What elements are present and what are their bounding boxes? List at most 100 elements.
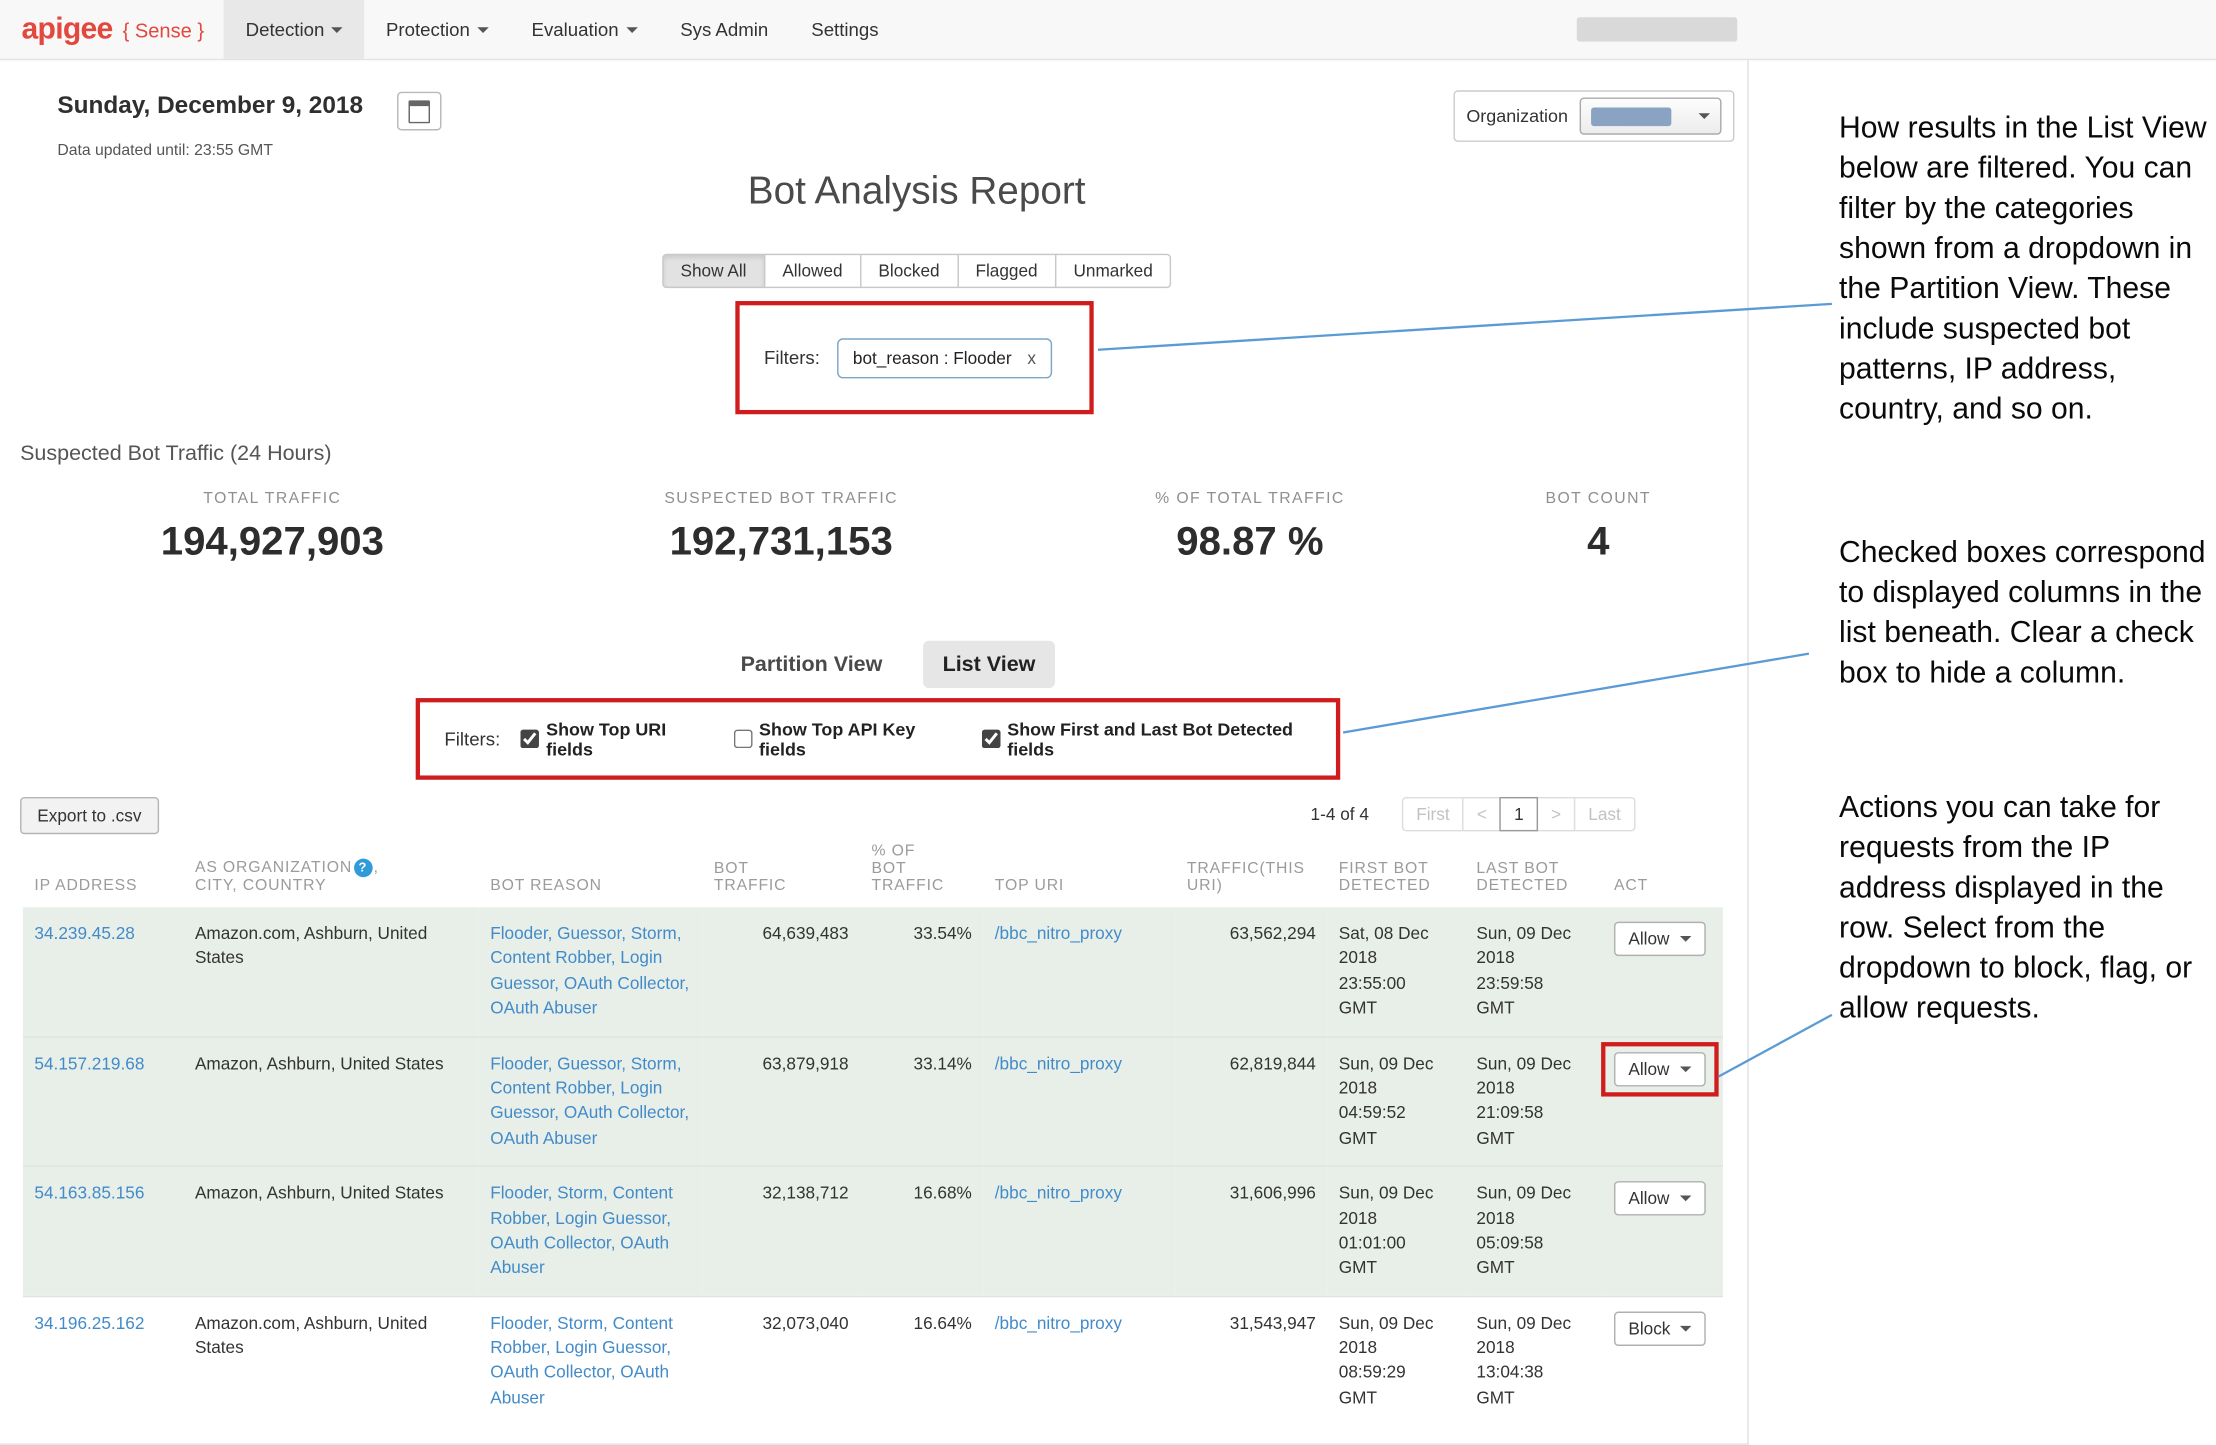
tab-list-view[interactable]: List View	[923, 641, 1056, 688]
ip-address-link[interactable]: 34.239.45.28	[34, 923, 134, 943]
top-uri-link[interactable]: /bbc_nitro_proxy	[995, 1053, 1122, 1073]
bot-reason-links: Flooder, Guessor, Storm, Content Robber,…	[490, 923, 689, 1018]
action-dropdown[interactable]: Allow	[1614, 1181, 1705, 1215]
tab-show-all[interactable]: Show All	[662, 254, 765, 288]
top-api-key-checkbox[interactable]	[733, 730, 752, 749]
col-traffic-this-uri: TRAFFIC(THIS URI)	[1175, 843, 1327, 908]
annotation-actions: Actions you can take for requests from t…	[1839, 788, 2215, 1029]
col-bot-traffic: BOT TRAFFIC	[702, 843, 860, 908]
tab-allowed[interactable]: Allowed	[764, 254, 862, 288]
bot-reason-link[interactable]: Flooder	[490, 923, 547, 943]
checkbox-top-uri[interactable]: Show Top URI fields	[520, 719, 713, 759]
stat-value: 194,927,903	[43, 519, 502, 565]
pagination-first-button[interactable]: First	[1402, 797, 1464, 831]
top-navbar: apigee { Sense } Detection Protection Ev…	[0, 0, 2216, 60]
as-organization-cell: Amazon, Ashburn, United States	[183, 1036, 478, 1166]
tab-blocked[interactable]: Blocked	[860, 254, 958, 288]
bot-reason-link[interactable]: OAuth Collector	[490, 1233, 610, 1253]
nav-item-sys-admin[interactable]: Sys Admin	[659, 0, 790, 59]
ip-address-link[interactable]: 34.196.25.162	[34, 1313, 144, 1333]
col-first-bot-detected: FIRST BOT DETECTED	[1327, 843, 1465, 908]
filters-highlight-box: Filters: bot_reason : Flooder x	[735, 301, 1093, 414]
bot-reason-link[interactable]: OAuth Collector	[564, 1103, 684, 1123]
top-uri-link[interactable]: /bbc_nitro_proxy	[995, 923, 1122, 943]
as-organization-cell: Amazon.com, Ashburn, United States	[183, 1296, 478, 1425]
remove-filter-icon[interactable]: x	[1027, 348, 1036, 368]
action-dropdown[interactable]: Allow	[1614, 922, 1705, 956]
pct-bot-traffic-cell: 33.14%	[860, 1036, 983, 1166]
pagination-next-button[interactable]: >	[1537, 797, 1576, 831]
last-bot-detected-cell: Sun, 09 Dec 2018 05:09:58 GMT	[1465, 1166, 1603, 1296]
bot-reason-link[interactable]: Storm	[557, 1183, 603, 1203]
bot-reason-link[interactable]: Login Guessor	[555, 1337, 666, 1357]
col-as-organization: AS ORGANIZATION?, CITY, COUNTRY	[183, 843, 478, 908]
apigee-logo[interactable]: apigee { Sense }	[22, 0, 205, 59]
action-label: Allow	[1628, 1059, 1669, 1079]
tab-flagged[interactable]: Flagged	[957, 254, 1056, 288]
nav-item-evaluation[interactable]: Evaluation	[510, 0, 659, 59]
ip-address-link[interactable]: 54.163.85.156	[34, 1183, 144, 1203]
tab-partition-view[interactable]: Partition View	[721, 641, 903, 688]
checkbox-first-last-detected[interactable]: Show First and Last Bot Detected fields	[981, 719, 1335, 759]
bot-reason-link[interactable]: Guessor	[557, 1053, 621, 1073]
col-last-bot-detected: LAST BOT DETECTED	[1465, 843, 1603, 908]
bot-reason-link[interactable]: Flooder	[490, 1183, 547, 1203]
tab-unmarked[interactable]: Unmarked	[1055, 254, 1172, 288]
bot-reason-link[interactable]: Content Robber	[490, 948, 610, 968]
top-uri-link[interactable]: /bbc_nitro_proxy	[995, 1313, 1122, 1333]
traffic-this-uri-cell: 31,606,996	[1175, 1166, 1327, 1296]
bot-reason-link[interactable]: OAuth Collector	[564, 973, 684, 993]
nav-item-settings[interactable]: Settings	[790, 0, 900, 59]
table-row: 54.163.85.156 Amazon, Ashburn, United St…	[23, 1166, 1723, 1296]
checkbox-label[interactable]: Show First and Last Bot Detected fields	[1007, 719, 1336, 759]
status-tab-group: Show All Allowed Blocked Flagged Unmarke…	[43, 254, 1790, 288]
bot-reason-link[interactable]: OAuth Abuser	[490, 998, 597, 1018]
bot-reason-link[interactable]: Storm	[631, 1053, 677, 1073]
first-bot-detected-cell: Sun, 09 Dec 2018 08:59:29 GMT	[1327, 1296, 1465, 1425]
first-last-detected-checkbox[interactable]	[981, 730, 1000, 749]
calendar-button[interactable]	[397, 92, 441, 131]
bot-reason-link[interactable]: OAuth Abuser	[490, 1128, 597, 1148]
info-icon[interactable]: ?	[354, 859, 373, 878]
nav-item-protection[interactable]: Protection	[364, 0, 510, 59]
organization-select[interactable]	[1579, 97, 1721, 134]
action-dropdown[interactable]: Block	[1614, 1311, 1706, 1345]
last-bot-detected-cell: Sun, 09 Dec 2018 13:04:38 GMT	[1465, 1296, 1603, 1425]
bot-reason-link[interactable]: OAuth Collector	[490, 1362, 610, 1382]
stat-suspected-bot-traffic: SUSPECTED BOT TRAFFIC 192,731,153	[552, 490, 1011, 565]
bot-reason-link[interactable]: Content Robber	[490, 1078, 610, 1098]
organization-box: Organization	[1453, 90, 1734, 142]
pagination-prev-button[interactable]: <	[1463, 797, 1502, 831]
table-row: 34.196.25.162 Amazon.com, Ashburn, Unite…	[23, 1296, 1723, 1425]
filter-tag-bot-reason[interactable]: bot_reason : Flooder x	[837, 338, 1052, 378]
chevron-down-icon	[1680, 1325, 1691, 1331]
annotation-checkboxes: Checked boxes correspond to displayed co…	[1839, 533, 2215, 694]
top-uri-link[interactable]: /bbc_nitro_proxy	[995, 1183, 1122, 1203]
bot-reason-link[interactable]: Flooder	[490, 1313, 547, 1333]
pagination-last-button[interactable]: Last	[1574, 797, 1635, 831]
export-csv-button[interactable]: Export to .csv	[20, 797, 159, 834]
annotation-filters: How results in the List View below are f…	[1839, 109, 2215, 430]
traffic-this-uri-cell: 62,819,844	[1175, 1036, 1327, 1166]
table-row: 54.157.219.68 Amazon, Ashburn, United St…	[23, 1036, 1723, 1166]
ip-address-link[interactable]: 54.157.219.68	[34, 1053, 144, 1073]
nav-item-detection[interactable]: Detection	[224, 0, 364, 59]
action-dropdown[interactable]: Allow	[1614, 1051, 1705, 1085]
bot-reason-link[interactable]: Guessor	[557, 923, 621, 943]
main-nav: Detection Protection Evaluation Sys Admi…	[224, 0, 900, 59]
pagination-page-1-button[interactable]: 1	[1500, 797, 1538, 831]
filter-tag-text: bot_reason : Flooder	[853, 348, 1012, 368]
checkbox-top-api-key[interactable]: Show Top API Key fields	[733, 719, 961, 759]
bot-reason-links: Flooder, Guessor, Storm, Content Robber,…	[490, 1053, 689, 1148]
bot-reason-link[interactable]: Login Guessor	[555, 1208, 666, 1228]
filters-label: Filters:	[764, 347, 820, 369]
action-label: Allow	[1628, 929, 1669, 949]
checkbox-label[interactable]: Show Top API Key fields	[759, 719, 961, 759]
bot-reason-link[interactable]: Flooder	[490, 1053, 547, 1073]
bot-reason-link[interactable]: Storm	[557, 1313, 603, 1333]
action-label: Allow	[1628, 1188, 1669, 1208]
as-organization-cell: Amazon.com, Ashburn, United States	[183, 907, 478, 1036]
top-uri-checkbox[interactable]	[520, 730, 539, 749]
bot-reason-link[interactable]: Storm	[631, 923, 677, 943]
checkbox-label[interactable]: Show Top URI fields	[546, 719, 713, 759]
